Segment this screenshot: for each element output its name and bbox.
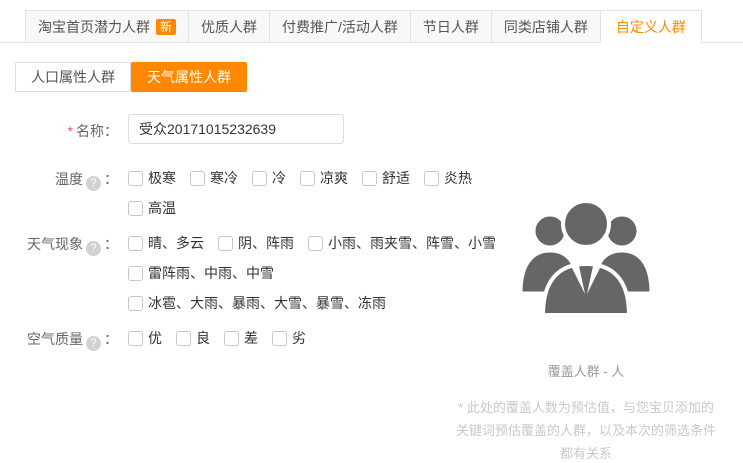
checkbox[interactable] (272, 331, 287, 346)
custom-audience-page: 淘宝首页潜力人群 新 优质人群 付费推广/活动人群 节日人群 同类店铺人群 自定… (0, 0, 743, 463)
crowd-tab-bar: 淘宝首页潜力人群 新 优质人群 付费推广/活动人群 节日人群 同类店铺人群 自定… (0, 10, 743, 43)
checkbox-option[interactable]: 阴、阵雨 (218, 233, 294, 253)
checkbox-label: 阴、阵雨 (238, 233, 294, 253)
tab-label: 节日人群 (423, 17, 479, 37)
people-group-icon (516, 193, 656, 317)
form-group-weather-phenomenon: 天气现象?：晴、多云阴、阵雨小雨、雨夹雪、阵雪、小雪雷阵雨、中雨、中雪冰雹、大雨… (0, 233, 460, 313)
checkbox-option[interactable]: 炎热 (424, 168, 472, 188)
checkbox-option[interactable]: 凉爽 (300, 168, 348, 188)
tab-similar-shop-crowd[interactable]: 同类店铺人群 (491, 10, 601, 43)
checkbox-row: 极寒寒冷冷凉爽舒适炎热 (128, 168, 460, 188)
help-icon[interactable]: ? (86, 241, 101, 256)
attribute-subtab-bar: 人口属性人群 天气属性人群 (15, 62, 247, 92)
checkbox[interactable] (128, 171, 143, 186)
tab-label: 付费推广/活动人群 (282, 17, 398, 37)
checkbox-option[interactable]: 优 (128, 328, 162, 348)
subtab-weather-crowd[interactable]: 天气属性人群 (131, 62, 247, 92)
checkbox-label: 冷 (272, 168, 286, 188)
checkbox-label: 寒冷 (210, 168, 238, 188)
tab-label: 同类店铺人群 (504, 17, 588, 37)
checkbox-option[interactable]: 高温 (128, 198, 176, 218)
form-group-temperature: 温度?：极寒寒冷冷凉爽舒适炎热高温 (0, 168, 460, 218)
checkbox[interactable] (224, 331, 239, 346)
checkbox-label: 雷阵雨、中雨、中雪 (148, 263, 274, 283)
tab-custom-crowd[interactable]: 自定义人群 (600, 10, 702, 43)
checkbox[interactable] (252, 171, 267, 186)
checkbox-option[interactable]: 舒适 (362, 168, 410, 188)
checkbox-label: 高温 (148, 198, 176, 218)
checkbox-label: 晴、多云 (148, 233, 204, 253)
checkbox-option[interactable]: 极寒 (128, 168, 176, 188)
required-asterisk: * (68, 123, 73, 139)
subtab-label: 人口属性人群 (31, 67, 115, 87)
tab-premium-crowd[interactable]: 优质人群 (188, 10, 270, 43)
new-badge: 新 (156, 19, 176, 35)
checkbox-row: 晴、多云阴、阵雨小雨、雨夹雪、阵雪、小雪 (128, 233, 460, 253)
checkbox[interactable] (190, 171, 205, 186)
checkbox-option[interactable]: 劣 (272, 328, 306, 348)
checkbox-option[interactable]: 晴、多云 (128, 233, 204, 253)
checkbox-label: 优 (148, 328, 162, 348)
checkbox-option[interactable]: 良 (176, 328, 210, 348)
coverage-estimate-note: * 此处的覆盖人数为预估值，与您宝贝添加的 关键词预估覆盖的人群，以及本次的筛选… (450, 397, 722, 463)
checkbox[interactable] (176, 331, 191, 346)
coverage-count-caption: 覆盖人群 - 人 (450, 361, 722, 380)
checkbox[interactable] (218, 236, 233, 251)
checkbox-option[interactable]: 冰雹、大雨、暴雨、大雪、暴雪、冻雨 (128, 293, 386, 313)
tab-label: 自定义人群 (616, 17, 686, 37)
coverage-panel: 覆盖人群 - 人 * 此处的覆盖人数为预估值，与您宝贝添加的 关键词预估覆盖的人… (450, 193, 722, 463)
checkbox-option[interactable]: 雷阵雨、中雨、中雪 (128, 263, 274, 283)
checkbox[interactable] (128, 266, 143, 281)
tab-taobao-homepage-potential[interactable]: 淘宝首页潜力人群 新 (25, 10, 189, 43)
checkbox[interactable] (308, 236, 323, 251)
checkbox[interactable] (300, 171, 315, 186)
checkbox-row: 高温 (128, 198, 460, 218)
checkbox-row: 优良差劣 (128, 328, 460, 348)
checkbox-label: 炎热 (444, 168, 472, 188)
checkbox-label: 极寒 (148, 168, 176, 188)
checkbox-row: 冰雹、大雨、暴雨、大雪、暴雪、冻雨 (128, 293, 460, 313)
tab-paid-promo-activity-crowd[interactable]: 付费推广/活动人群 (269, 10, 411, 43)
subtab-demographic-crowd[interactable]: 人口属性人群 (15, 62, 131, 92)
temperature-label: 温度?： (0, 169, 118, 191)
tab-festival-crowd[interactable]: 节日人群 (410, 10, 492, 43)
checkbox[interactable] (128, 296, 143, 311)
checkbox-label: 冰雹、大雨、暴雨、大雪、暴雪、冻雨 (148, 293, 386, 313)
checkbox[interactable] (128, 201, 143, 216)
subtab-label: 天气属性人群 (147, 67, 231, 87)
checkbox[interactable] (424, 171, 439, 186)
checkbox-option[interactable]: 寒冷 (190, 168, 238, 188)
checkbox-option[interactable]: 差 (224, 328, 258, 348)
checkbox-row: 雷阵雨、中雨、中雪 (128, 263, 460, 283)
checkbox[interactable] (128, 236, 143, 251)
checkbox-label: 凉爽 (320, 168, 348, 188)
help-icon[interactable]: ? (86, 336, 101, 351)
checkbox-label: 良 (196, 328, 210, 348)
weather-phenomenon-label: 天气现象?： (0, 234, 118, 256)
checkbox-label: 舒适 (382, 168, 410, 188)
filter-groups: 温度?：极寒寒冷冷凉爽舒适炎热高温天气现象?：晴、多云阴、阵雨小雨、雨夹雪、阵雪… (0, 168, 460, 363)
checkbox[interactable] (362, 171, 377, 186)
help-icon[interactable]: ? (86, 176, 101, 191)
audience-name-input[interactable] (128, 114, 344, 144)
checkbox-label: 劣 (292, 328, 306, 348)
tab-label: 淘宝首页潜力人群 (38, 17, 150, 37)
tab-label: 优质人群 (201, 17, 257, 37)
air-quality-label: 空气质量?： (0, 329, 118, 351)
checkbox-label: 差 (244, 328, 258, 348)
name-field-label: *名称： (0, 121, 118, 141)
checkbox-option[interactable]: 冷 (252, 168, 286, 188)
checkbox[interactable] (128, 331, 143, 346)
form-group-air-quality: 空气质量?： 优 良 差 劣 (0, 328, 460, 348)
